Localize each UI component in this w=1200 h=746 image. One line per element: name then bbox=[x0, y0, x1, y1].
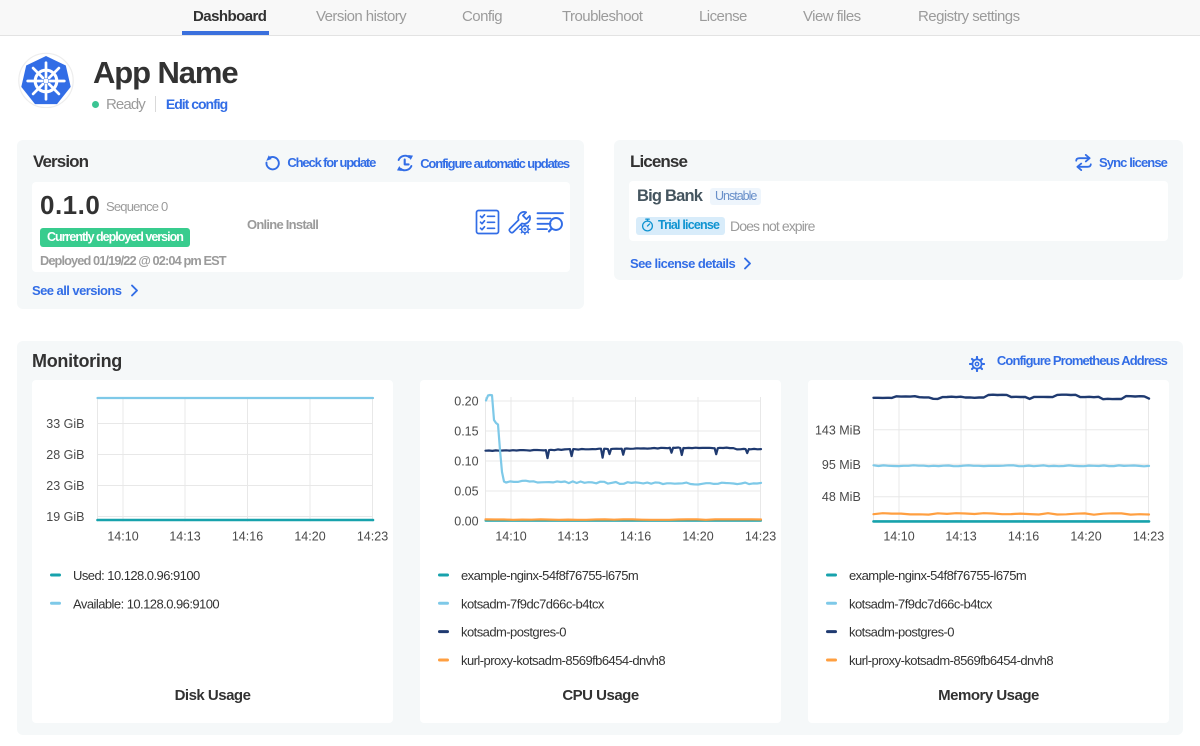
svg-text:23 GiB: 23 GiB bbox=[46, 479, 84, 493]
svg-text:14:16: 14:16 bbox=[620, 530, 651, 544]
svg-text:14:20: 14:20 bbox=[682, 530, 713, 544]
svg-text:Memory Usage: Memory Usage bbox=[938, 687, 1039, 704]
svg-text:example-nginx-54f8f76755-l675m: example-nginx-54f8f76755-l675m bbox=[849, 568, 1026, 583]
svg-text:143 MiB: 143 MiB bbox=[815, 423, 861, 437]
svg-text:kurl-proxy-kotsadm-8569fb6454-: kurl-proxy-kotsadm-8569fb6454-dnvh8 bbox=[461, 653, 665, 668]
svg-text:kotsadm-postgres-0: kotsadm-postgres-0 bbox=[849, 625, 954, 640]
svg-text:14:10: 14:10 bbox=[495, 530, 526, 544]
svg-text:Available: 10.128.0.96:9100: Available: 10.128.0.96:9100 bbox=[73, 596, 219, 611]
svg-text:0.10: 0.10 bbox=[454, 455, 478, 469]
svg-text:95 MiB: 95 MiB bbox=[822, 458, 861, 472]
svg-text:0.05: 0.05 bbox=[454, 485, 478, 499]
svg-text:CPU Usage: CPU Usage bbox=[562, 687, 639, 704]
svg-text:14:16: 14:16 bbox=[1008, 530, 1039, 544]
svg-text:kotsadm-postgres-0: kotsadm-postgres-0 bbox=[461, 625, 566, 640]
svg-text:14:13: 14:13 bbox=[945, 530, 976, 544]
svg-text:0.00: 0.00 bbox=[454, 515, 478, 529]
svg-text:14:23: 14:23 bbox=[1133, 530, 1164, 544]
svg-text:14:16: 14:16 bbox=[232, 530, 263, 544]
svg-text:14:10: 14:10 bbox=[883, 530, 914, 544]
svg-text:example-nginx-54f8f76755-l675m: example-nginx-54f8f76755-l675m bbox=[461, 568, 638, 583]
svg-text:14:13: 14:13 bbox=[557, 530, 588, 544]
svg-text:Used: 10.128.0.96:9100: Used: 10.128.0.96:9100 bbox=[73, 568, 200, 583]
svg-text:kotsadm-7f9dc7d66c-b4tcx: kotsadm-7f9dc7d66c-b4tcx bbox=[849, 596, 993, 611]
svg-text:48 MiB: 48 MiB bbox=[822, 490, 861, 504]
svg-text:14:13: 14:13 bbox=[169, 530, 200, 544]
svg-text:14:20: 14:20 bbox=[1070, 530, 1101, 544]
svg-text:28 GiB: 28 GiB bbox=[46, 448, 84, 462]
svg-text:14:20: 14:20 bbox=[294, 530, 325, 544]
svg-text:Disk Usage: Disk Usage bbox=[175, 687, 251, 704]
svg-text:14:10: 14:10 bbox=[107, 530, 138, 544]
svg-text:19 GiB: 19 GiB bbox=[46, 510, 84, 524]
svg-text:0.20: 0.20 bbox=[454, 395, 478, 409]
svg-text:33 GiB: 33 GiB bbox=[46, 417, 84, 431]
svg-text:14:23: 14:23 bbox=[745, 530, 776, 544]
svg-text:kotsadm-7f9dc7d66c-b4tcx: kotsadm-7f9dc7d66c-b4tcx bbox=[461, 596, 605, 611]
svg-text:14:23: 14:23 bbox=[357, 530, 388, 544]
svg-text:kurl-proxy-kotsadm-8569fb6454-: kurl-proxy-kotsadm-8569fb6454-dnvh8 bbox=[849, 653, 1053, 668]
svg-text:0.15: 0.15 bbox=[454, 425, 478, 439]
